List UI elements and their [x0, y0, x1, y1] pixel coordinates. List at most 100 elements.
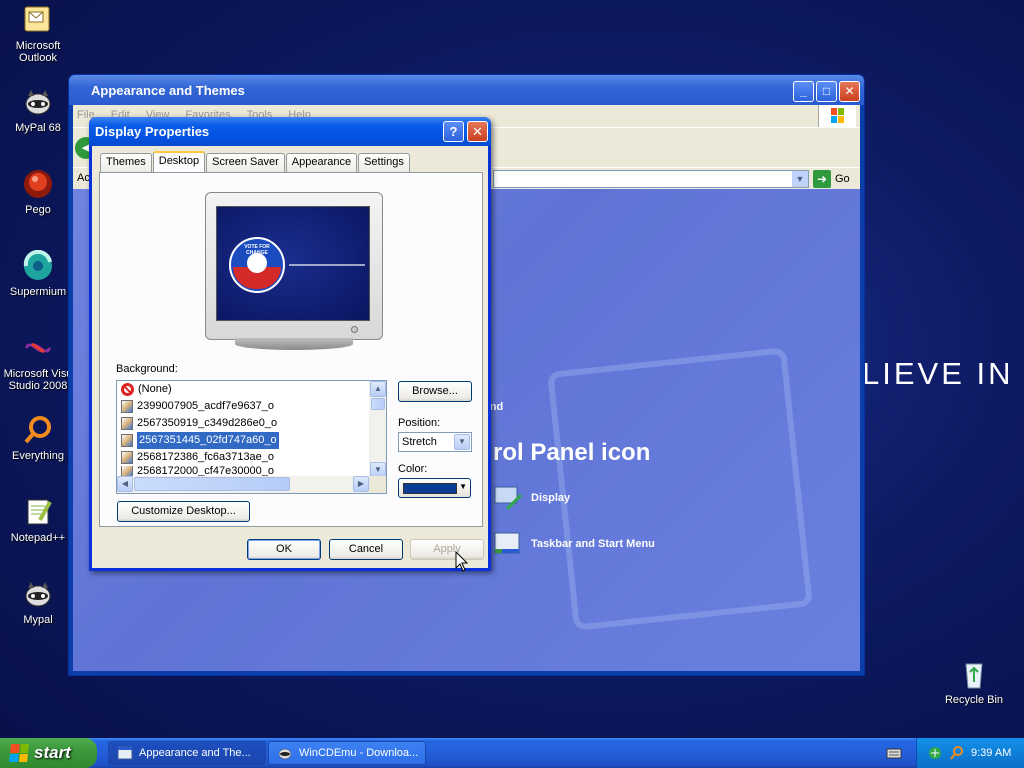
- desktop-icon-label: Microsoft Outlook: [15, 40, 61, 64]
- tab-appearance[interactable]: Appearance: [285, 153, 358, 172]
- close-button[interactable]: ✕: [467, 121, 488, 142]
- desktop-tab-panel: VOTE FOR CHANGE Background: (None) 23990…: [99, 172, 483, 527]
- maximize-button[interactable]: □: [816, 81, 837, 102]
- help-button[interactable]: ?: [443, 121, 464, 142]
- image-file-icon: [121, 400, 133, 413]
- apply-button[interactable]: Apply: [410, 539, 484, 560]
- title-bar[interactable]: Appearance and Themes: [69, 75, 864, 105]
- preview-tagline: [289, 264, 365, 266]
- desktop-icon-pego[interactable]: Pego: [0, 168, 76, 216]
- position-label: Position:: [398, 417, 441, 429]
- scroll-thumb[interactable]: [134, 477, 290, 491]
- scroll-thumb[interactable]: [371, 398, 385, 410]
- taskbar-item-label: WinCDEmu - Downloa...: [299, 747, 419, 759]
- desktop-icon-label: Notepad++: [10, 532, 66, 544]
- raccoon-icon: [22, 86, 54, 118]
- tab-screen-saver[interactable]: Screen Saver: [206, 153, 285, 172]
- close-button[interactable]: ✕: [839, 81, 860, 102]
- tab-desktop[interactable]: Desktop: [152, 151, 206, 172]
- scroll-right-icon[interactable]: ▶: [353, 476, 369, 492]
- background-label: Background:: [116, 363, 178, 375]
- wallpaper-text: LIEVE IN: [862, 356, 1014, 391]
- desktop-icon-outlook[interactable]: Microsoft Outlook: [0, 4, 76, 64]
- color-picker-button[interactable]: ▼: [398, 478, 471, 498]
- notepad-plus-plus-icon: [22, 496, 54, 528]
- desktop-icon-label: Mypal: [23, 614, 53, 626]
- chevron-down-icon[interactable]: ▼: [792, 171, 808, 187]
- desktop-icon-label: Supermium: [9, 286, 67, 298]
- windows-flag-icon: [9, 744, 29, 762]
- chevron-down-icon: ▼: [459, 482, 467, 491]
- desktop-icon-everything[interactable]: Everything: [0, 414, 76, 462]
- taskbar-item-appearance-themes[interactable]: Appearance and The...: [108, 741, 266, 765]
- go-button[interactable]: ➜ Go: [813, 170, 850, 188]
- background-listbox[interactable]: (None) 2399007905_acdf7e9637_o 256735091…: [116, 380, 387, 494]
- background-list: (None) 2399007905_acdf7e9637_o 256735091…: [117, 381, 386, 476]
- mouse-cursor-icon: [455, 551, 469, 572]
- task-taskbar-start-menu[interactable]: Taskbar and Start Menu: [493, 529, 655, 559]
- taskbar: start Appearance and The... WinCDEmu - D…: [0, 738, 1024, 768]
- checkmark-art: [547, 347, 813, 631]
- dialog-title-bar[interactable]: Display Properties ? ✕: [89, 117, 491, 146]
- display-icon: [494, 486, 523, 511]
- vertical-scrollbar[interactable]: ▲ ▼: [369, 381, 386, 478]
- position-select[interactable]: Stretch ▼: [398, 432, 472, 452]
- campaign-logo: VOTE FOR CHANGE: [229, 237, 285, 293]
- minimize-button[interactable]: _: [793, 81, 814, 102]
- go-label: Go: [835, 173, 850, 185]
- horizontal-scrollbar[interactable]: ◀ ▶: [117, 476, 369, 493]
- task-label: Taskbar and Start Menu: [531, 538, 655, 550]
- pick-control-panel-heading: rol Panel icon: [493, 439, 651, 466]
- visual-studio-icon: [22, 332, 54, 364]
- monitor-preview: VOTE FOR CHANGE: [205, 192, 383, 352]
- scroll-up-icon[interactable]: ▲: [370, 381, 386, 397]
- everything-icon: [22, 414, 54, 446]
- taskbar-item-label: Appearance and The...: [139, 747, 251, 759]
- desktop-icon-supermium[interactable]: Supermium: [0, 249, 76, 298]
- desktop-icon-notepadpp[interactable]: Notepad++: [0, 496, 76, 544]
- desktop-icon-recycle-bin[interactable]: Recycle Bin: [936, 658, 1012, 706]
- keyboard-icon[interactable]: [886, 746, 902, 760]
- cancel-button[interactable]: Cancel: [329, 539, 403, 560]
- image-file-icon: [121, 434, 133, 447]
- desktop-icon-visual-studio[interactable]: Microsoft Visu Studio 2008: [0, 332, 76, 392]
- tab-themes[interactable]: Themes: [100, 153, 152, 172]
- color-swatch: [403, 483, 457, 494]
- start-button[interactable]: start: [0, 738, 97, 768]
- clock[interactable]: 9:39 AM: [971, 747, 1011, 759]
- address-input[interactable]: ▼: [493, 170, 809, 188]
- network-icon[interactable]: [927, 745, 943, 761]
- address-label: Ac: [77, 172, 90, 184]
- color-label: Color:: [398, 463, 428, 475]
- scroll-corner: [369, 476, 386, 493]
- list-item[interactable]: 2399007905_acdf7e9637_o: [117, 398, 386, 415]
- chevron-down-icon[interactable]: ▼: [454, 434, 470, 450]
- supermium-icon: [22, 249, 54, 282]
- taskbar-item-wincdemu[interactable]: WinCDEmu - Downloa...: [268, 741, 426, 765]
- task-display[interactable]: Display: [493, 483, 570, 513]
- image-file-icon: [121, 451, 133, 464]
- window-title: Appearance and Themes: [91, 82, 245, 98]
- image-file-icon: [121, 417, 133, 430]
- tab-settings[interactable]: Settings: [358, 153, 410, 172]
- system-tray: 9:39 AM: [916, 738, 1024, 768]
- list-item[interactable]: 2568172000_cf47e30000_o: [117, 466, 386, 476]
- ok-button[interactable]: OK: [247, 539, 321, 560]
- desktop-icon-mypal68[interactable]: MyPal 68: [0, 86, 76, 134]
- list-item[interactable]: 2568172386_fc6a3713ae_o: [117, 449, 386, 466]
- browse-button[interactable]: Browse...: [398, 381, 472, 402]
- no-entry-icon: [121, 383, 134, 396]
- windows-logo-icon: [818, 105, 856, 127]
- display-properties-dialog[interactable]: Display Properties ? ✕ Themes Desktop Sc…: [89, 117, 491, 571]
- desktop-icon-mypal[interactable]: Mypal: [0, 578, 76, 626]
- search-icon[interactable]: [949, 745, 965, 761]
- desktop-icon-label: Recycle Bin: [944, 694, 1004, 706]
- list-item-selected[interactable]: 2567351445_02fd747a60_o: [117, 432, 386, 449]
- list-item[interactable]: (None): [117, 381, 386, 398]
- go-arrow-icon: ➜: [813, 170, 831, 188]
- scroll-left-icon[interactable]: ◀: [117, 476, 133, 492]
- wallpaper-preview: VOTE FOR CHANGE: [216, 206, 370, 321]
- customize-desktop-button[interactable]: Customize Desktop...: [117, 501, 250, 522]
- list-item[interactable]: 2567350919_c349d286e0_o: [117, 415, 386, 432]
- monitor-frame: VOTE FOR CHANGE: [205, 192, 383, 340]
